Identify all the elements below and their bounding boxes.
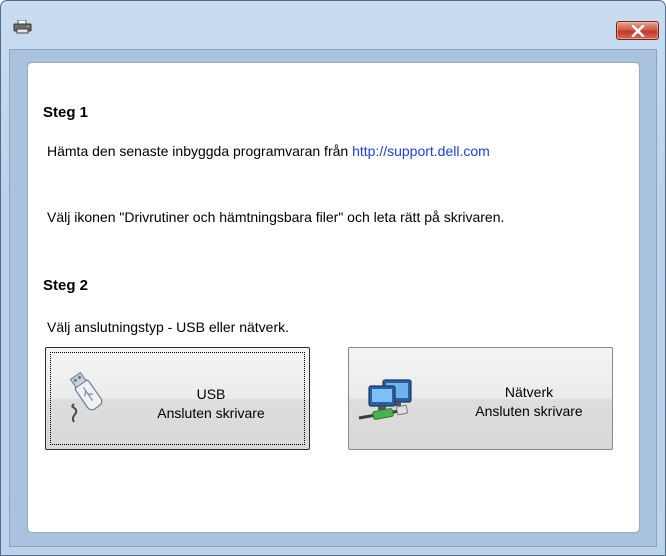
step2-heading: Steg 2: [43, 277, 89, 294]
download-text: Hämta den senaste inbyggda programvaran …: [47, 143, 349, 159]
network-computers-icon: [357, 374, 421, 431]
network-label: Nätverk Ansluten skrivare: [444, 383, 614, 421]
usb-label: USB Ansluten skrivare: [146, 385, 276, 423]
connection-instruction: Välj anslutningstyp - USB eller nätverk.: [47, 319, 289, 335]
usb-button[interactable]: USB Ansluten skrivare: [45, 347, 310, 450]
close-icon: [631, 25, 645, 37]
dialog-window: Steg 1 Hämta den senaste inbyggda progra…: [0, 0, 666, 556]
select-instruction: Välj ikonen "Drivrutiner och hämtningsba…: [47, 209, 505, 225]
close-button[interactable]: [616, 21, 659, 40]
content-panel: Steg 1 Hämta den senaste inbyggda progra…: [27, 62, 640, 533]
client-area: Steg 1 Hämta den senaste inbyggda progra…: [9, 49, 657, 547]
printer-icon[interactable]: [13, 19, 33, 34]
title-bar[interactable]: [1, 1, 665, 49]
download-instruction: Hämta den senaste inbyggda programvaran …: [47, 143, 490, 159]
network-button[interactable]: Nätverk Ansluten skrivare: [348, 347, 613, 450]
usb-label-line1: USB: [196, 386, 226, 402]
support-link[interactable]: http://support.dell.com: [352, 143, 490, 159]
network-label-line1: Nätverk: [504, 384, 554, 400]
usb-drive-icon: [66, 370, 110, 431]
network-label-line2: Ansluten skrivare: [475, 403, 583, 419]
usb-label-line2: Ansluten skrivare: [157, 405, 265, 421]
step1-heading: Steg 1: [43, 104, 89, 121]
